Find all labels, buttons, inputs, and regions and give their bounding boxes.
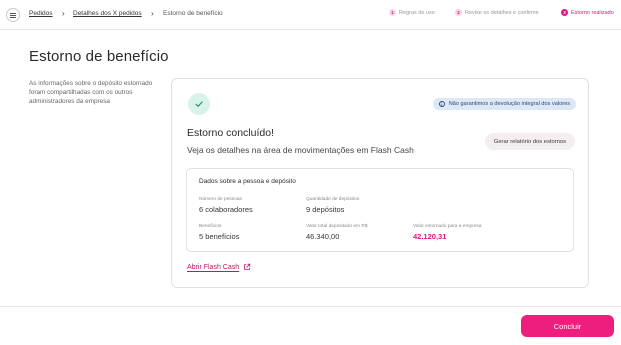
- breadcrumb-item-detalhes[interactable]: Detalhes dos X pedidos: [73, 10, 142, 17]
- total-deposited-value: 46.340,00: [306, 232, 340, 241]
- deposits-label: Quantidade de depósitos: [306, 197, 360, 202]
- chevron-right-icon: ›: [151, 9, 154, 18]
- step-label: Estorno realizado: [571, 9, 614, 16]
- step-label: Revise os detalhes e confirme: [465, 9, 539, 16]
- open-flash-cash-label: Abrir Flash Cash: [187, 263, 240, 271]
- step-number: 1: [389, 9, 396, 16]
- step-regras-de-uso: 1 Regras de uso: [389, 9, 435, 16]
- external-link-icon: [244, 263, 251, 270]
- benefits-value: 5 benefícios: [199, 232, 240, 241]
- warning-badge: i Não garantimos a devolução integral do…: [432, 98, 576, 110]
- warning-text: Não garantimos a devolução integral dos …: [448, 101, 570, 107]
- benefits-label: Benefícios: [199, 224, 222, 229]
- card-title: Estorno concluído!: [187, 127, 274, 139]
- details-box: Dados sobre a pessoa e depósito Número d…: [186, 168, 574, 252]
- refunded-value: 42.120,31: [413, 232, 447, 241]
- page-title: Estorno de benefício: [29, 48, 169, 65]
- check-icon: [195, 101, 203, 107]
- open-flash-cash-link[interactable]: Abrir Flash Cash: [187, 263, 251, 271]
- success-indicator: [188, 93, 210, 115]
- total-deposited-label: Valor total depositado em R$: [306, 224, 368, 229]
- step-revise-detalhes: 2 Revise os detalhes e confirme: [455, 9, 539, 16]
- menu-icon: [10, 12, 16, 18]
- info-icon: i: [438, 101, 445, 107]
- card-subtitle: Veja os detalhes na área de movimentaçõe…: [187, 145, 414, 155]
- deposits-value: 9 depósitos: [306, 205, 345, 214]
- step-number: 2: [455, 9, 462, 16]
- details-title: Dados sobre a pessoa e depósito: [199, 178, 296, 185]
- refund-result-card: i Não garantimos a devolução integral do…: [171, 78, 589, 288]
- top-bar: Pedidos › Detalhes dos X pedidos › Estor…: [0, 0, 621, 30]
- menu-button[interactable]: [6, 8, 20, 22]
- page-description: As informações sobre o depósito estornad…: [29, 80, 153, 105]
- step-label: Regras de uso: [399, 9, 435, 16]
- chevron-right-icon: ›: [62, 9, 65, 18]
- people-label: Número de pessoas: [199, 197, 242, 202]
- step-number: 3: [561, 9, 568, 16]
- breadcrumb-item-current: Estorno de benefício: [163, 10, 223, 17]
- step-estorno-realizado: 3 Estorno realizado: [561, 9, 614, 16]
- generate-report-button[interactable]: Gerar relatório dos estornos: [484, 133, 575, 150]
- footer-divider: [0, 306, 621, 307]
- refunded-label: Valor estornado para a empresa: [413, 224, 482, 229]
- conclude-button[interactable]: Concluir: [521, 315, 614, 337]
- breadcrumb-item-pedidos[interactable]: Pedidos: [29, 10, 53, 17]
- people-value: 6 colaboradores: [199, 205, 253, 214]
